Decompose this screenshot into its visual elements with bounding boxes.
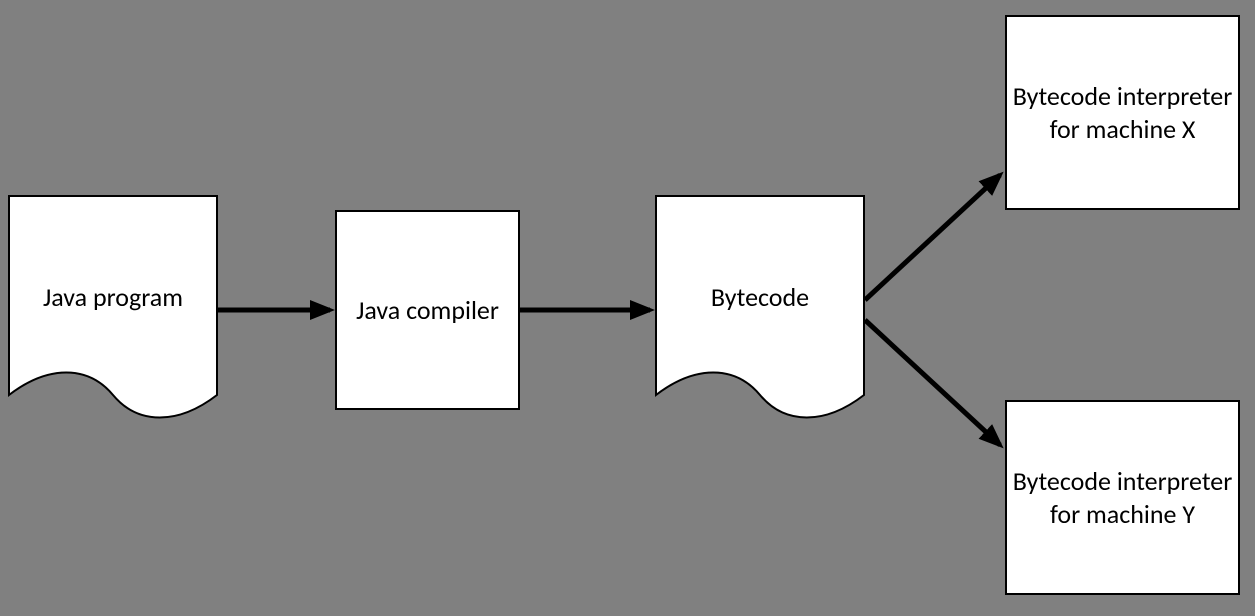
node-bytecode-label: Bytecode: [711, 281, 809, 334]
node-interpreter-x: Bytecode interpreter for machine X: [1005, 15, 1240, 210]
node-java-compiler: Java compiler: [335, 210, 520, 410]
arrow-bytecode-to-x: [865, 175, 1000, 300]
node-interpreter-y: Bytecode interpreter for machine Y: [1005, 400, 1240, 595]
node-java-program: Java program: [8, 195, 218, 420]
arrow-bytecode-to-y: [865, 320, 1000, 445]
node-java-program-label: Java program: [43, 281, 183, 334]
node-bytecode: Bytecode: [655, 195, 865, 420]
node-java-compiler-label: Java compiler: [356, 294, 499, 327]
node-interpreter-y-label: Bytecode interpreter for machine Y: [1007, 465, 1238, 530]
node-interpreter-x-label: Bytecode interpreter for machine X: [1007, 80, 1238, 145]
